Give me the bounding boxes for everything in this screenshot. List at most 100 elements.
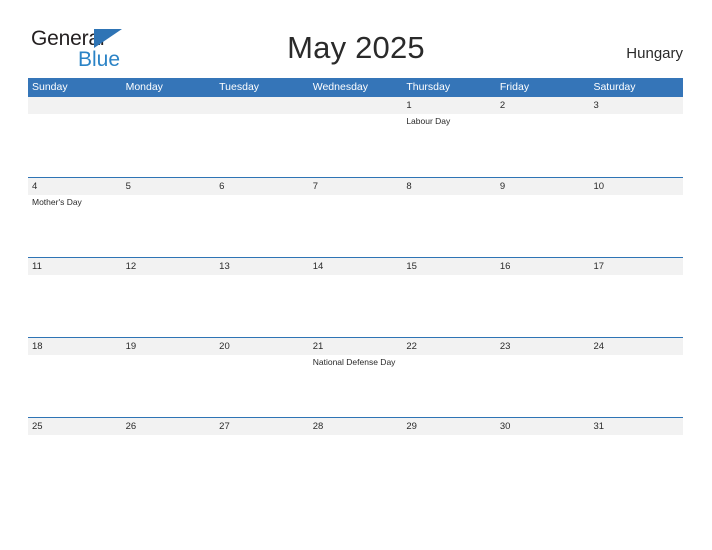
day-number: 24 xyxy=(593,341,605,352)
day-cell[interactable]: 20 xyxy=(215,338,309,417)
day-number: 11 xyxy=(32,261,42,272)
day-events xyxy=(126,355,216,357)
day-events xyxy=(219,435,309,437)
day-of-week-header-row: Sunday Monday Tuesday Wednesday Thursday… xyxy=(28,78,683,97)
day-number: 25 xyxy=(32,421,43,432)
day-number: 9 xyxy=(499,181,506,192)
day-events: Labour Day xyxy=(406,114,496,128)
day-cell[interactable]: 4 Mother's Day xyxy=(28,178,122,257)
day-number: 19 xyxy=(125,341,137,352)
day-cell[interactable]: 21 National Defense Day xyxy=(309,338,403,417)
day-number: 27 xyxy=(219,421,230,432)
day-cell[interactable]: 14 xyxy=(309,258,403,337)
day-number: 31 xyxy=(593,421,605,432)
day-events xyxy=(500,435,590,437)
holiday-event-label: Labour Day xyxy=(406,116,451,126)
day-cell[interactable]: 3 xyxy=(589,97,683,177)
day-cell[interactable]: 7 xyxy=(309,178,403,257)
day-events xyxy=(593,114,683,116)
day-number: 5 xyxy=(125,181,131,192)
day-events xyxy=(32,355,122,357)
day-events xyxy=(219,355,309,357)
day-number: 14 xyxy=(312,261,324,272)
day-cell[interactable]: 22 xyxy=(402,338,496,417)
calendar-weeks: 1 Labour Day 2 3 4 Mother's Day 5 6 7 8 9 10 11 12 13 1… xyxy=(28,97,683,497)
day-events xyxy=(593,275,683,277)
day-events xyxy=(500,114,590,116)
day-cell[interactable]: 11 xyxy=(28,258,122,337)
week-cells: 18 19 20 21 National Defense Day 22 23 24 xyxy=(28,338,683,417)
day-cell[interactable]: 2 xyxy=(496,97,590,177)
day-number: 3 xyxy=(593,100,599,111)
day-events xyxy=(406,355,496,357)
day-events xyxy=(500,195,590,197)
day-number: 28 xyxy=(312,421,324,432)
day-cell[interactable]: 12 xyxy=(122,258,216,337)
day-cell[interactable]: 16 xyxy=(496,258,590,337)
day-cell[interactable]: 30 xyxy=(496,418,590,497)
day-events xyxy=(219,195,309,197)
day-number: 6 xyxy=(219,181,225,192)
week-cells: 4 Mother's Day 5 6 7 8 9 10 xyxy=(28,178,683,257)
dow-tuesday: Tuesday xyxy=(219,81,260,93)
day-events xyxy=(500,275,590,277)
day-number: 20 xyxy=(219,341,230,352)
day-cell[interactable]: 10 xyxy=(589,178,683,257)
dow-saturday: Saturday xyxy=(593,81,636,93)
day-cell[interactable]: 29 xyxy=(402,418,496,497)
day-cell[interactable]: 6 xyxy=(215,178,309,257)
day-cell[interactable]: 15 xyxy=(402,258,496,337)
day-cell[interactable]: 19 xyxy=(122,338,216,417)
day-events xyxy=(219,275,309,277)
day-events xyxy=(32,114,122,116)
day-events xyxy=(32,275,122,277)
day-events xyxy=(593,195,683,197)
week-cells: 25 26 27 28 29 30 31 xyxy=(28,418,683,497)
day-number: 18 xyxy=(32,341,43,352)
calendar-week-row: 4 Mother's Day 5 6 7 8 9 10 xyxy=(28,177,683,257)
day-number: 2 xyxy=(499,100,506,111)
day-events xyxy=(32,435,122,437)
calendar-page: General Blue May 2025 Hungary Sunday Mon… xyxy=(0,0,712,550)
day-events: Mother's Day xyxy=(32,195,122,209)
calendar-week-row: 11 12 13 14 15 16 17 xyxy=(28,257,683,337)
dow-wednesday: Wednesday xyxy=(312,81,368,93)
day-cell-empty xyxy=(215,97,309,177)
day-number: 13 xyxy=(219,261,230,272)
day-cell[interactable]: 5 xyxy=(122,178,216,257)
day-cell[interactable]: 1 Labour Day xyxy=(402,97,496,177)
day-cell[interactable]: 31 xyxy=(589,418,683,497)
day-cell[interactable]: 24 xyxy=(589,338,683,417)
day-number: 16 xyxy=(499,261,511,272)
day-cell[interactable]: 23 xyxy=(496,338,590,417)
day-number: 15 xyxy=(406,261,417,272)
day-number: 22 xyxy=(406,341,417,352)
day-cell[interactable]: 9 xyxy=(496,178,590,257)
day-cell[interactable]: 18 xyxy=(28,338,122,417)
dow-sunday: Sunday xyxy=(32,81,68,93)
week-cells: 1 Labour Day 2 3 xyxy=(28,97,683,177)
day-events xyxy=(313,435,403,437)
day-number: 26 xyxy=(125,421,137,432)
day-number: 8 xyxy=(406,181,412,192)
page-title: May 2025 xyxy=(287,30,425,65)
day-events xyxy=(126,114,216,116)
day-number: 30 xyxy=(499,421,511,432)
calendar-week-row: 1 Labour Day 2 3 xyxy=(28,97,683,177)
day-number: 17 xyxy=(593,261,605,272)
day-events: National Defense Day xyxy=(313,355,403,369)
day-cell[interactable]: 28 xyxy=(309,418,403,497)
day-cell[interactable]: 27 xyxy=(215,418,309,497)
day-cell-empty xyxy=(28,97,122,177)
day-events xyxy=(126,435,216,437)
day-number: 7 xyxy=(312,181,319,192)
day-cell[interactable]: 26 xyxy=(122,418,216,497)
day-cell[interactable]: 17 xyxy=(589,258,683,337)
day-cell[interactable]: 8 xyxy=(402,178,496,257)
day-cell[interactable]: 25 xyxy=(28,418,122,497)
dow-friday: Friday xyxy=(499,81,530,93)
day-events xyxy=(313,114,403,116)
calendar-week-row: 18 19 20 21 National Defense Day 22 23 24 xyxy=(28,337,683,417)
day-number: 10 xyxy=(593,181,605,192)
day-cell[interactable]: 13 xyxy=(215,258,309,337)
